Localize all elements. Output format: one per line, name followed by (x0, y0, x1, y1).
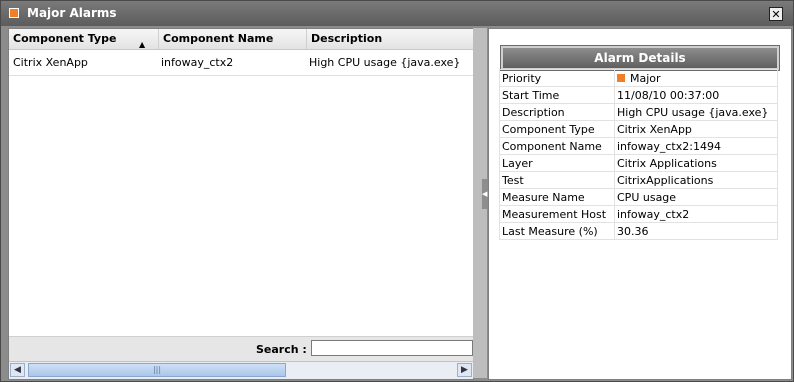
alarm-details-panel: Alarm Details Priority Major Start Time … (488, 28, 792, 380)
window-title: Major Alarms (27, 6, 117, 20)
search-bar: Search : (9, 336, 473, 361)
field-label: Component Type (499, 120, 615, 138)
column-header-description[interactable]: Description (307, 29, 473, 49)
grip-icon: ||| (152, 365, 162, 374)
field-value: infoway_ctx2:1494 (614, 137, 778, 155)
field-value: CPU usage (614, 188, 778, 206)
chevron-left-icon: ◀ (14, 365, 21, 375)
scroll-left-button[interactable]: ◀ (10, 363, 25, 377)
field-label: Measure Name (499, 188, 615, 206)
details-row-measure-name: Measure Name CPU usage (499, 188, 778, 206)
details-row-start-time: Start Time 11/08/10 00:37:00 (499, 86, 778, 104)
horizontal-scrollbar[interactable]: ◀ ||| ▶ (9, 361, 473, 379)
collapse-left-icon: ◀ (482, 190, 488, 198)
field-label: Priority (499, 69, 615, 87)
details-row-component-type: Component Type Citrix XenApp (499, 120, 778, 138)
major-alarms-window: Major Alarms ✕ Component Type ▲ Componen… (0, 0, 794, 382)
field-value: High CPU usage {java.exe} (614, 103, 778, 121)
search-input[interactable] (311, 340, 473, 356)
close-icon: ✕ (771, 8, 781, 21)
field-value: Major (630, 71, 661, 85)
field-value: Citrix XenApp (614, 120, 778, 138)
column-header-label: Component Name (163, 32, 274, 45)
search-label: Search : (256, 343, 307, 356)
details-row-priority: Priority Major (499, 69, 778, 87)
grid-header: Component Type ▲ Component Name Descript… (9, 29, 473, 50)
field-label: Description (499, 103, 615, 121)
details-row-component-name: Component Name infoway_ctx2:1494 (499, 137, 778, 155)
column-header-component-name[interactable]: Component Name (159, 29, 307, 49)
alarm-list-panel: Component Type ▲ Component Name Descript… (8, 28, 474, 380)
field-label: Measurement Host (499, 205, 615, 223)
field-label: Component Name (499, 137, 615, 155)
details-row-test: Test CitrixApplications (499, 171, 778, 189)
close-button[interactable]: ✕ (769, 7, 783, 21)
field-value: 30.36 (614, 222, 778, 240)
field-value: CitrixApplications (614, 171, 778, 189)
details-row-last-measure: Last Measure (%) 30.36 (499, 222, 778, 240)
field-label: Layer (499, 154, 615, 172)
details-row-measurement-host: Measurement Host infoway_ctx2 (499, 205, 778, 223)
scroll-right-button[interactable]: ▶ (457, 363, 472, 377)
chevron-right-icon: ▶ (461, 365, 468, 375)
field-value: Citrix Applications (614, 154, 778, 172)
column-header-label: Description (311, 32, 383, 45)
details-row-layer: Layer Citrix Applications (499, 154, 778, 172)
details-row-description: Description High CPU usage {java.exe} (499, 103, 778, 121)
cell-component-type: Citrix XenApp (13, 56, 88, 69)
scrollbar-thumb[interactable]: ||| (28, 363, 286, 377)
field-value: infoway_ctx2 (614, 205, 778, 223)
title-bar[interactable]: Major Alarms ✕ (1, 1, 793, 26)
table-row[interactable]: Citrix XenApp infoway_ctx2 High CPU usag… (9, 50, 473, 76)
details-table: Priority Major Start Time 11/08/10 00:37… (499, 69, 778, 240)
cell-component-name: infoway_ctx2 (161, 56, 234, 69)
details-title: Alarm Details (500, 45, 780, 71)
column-header-label: Component Type (13, 32, 117, 45)
alarm-priority-icon (9, 8, 19, 18)
field-label: Start Time (499, 86, 615, 104)
field-value: 11/08/10 00:37:00 (614, 86, 778, 104)
collapse-handle[interactable]: ◀ (482, 179, 487, 209)
major-priority-icon (617, 73, 625, 82)
column-header-component-type[interactable]: Component Type ▲ (9, 29, 159, 49)
field-value-cell: Major (614, 69, 778, 87)
field-label: Last Measure (%) (499, 222, 615, 240)
field-label: Test (499, 171, 615, 189)
cell-description: High CPU usage {java.exe} (309, 56, 461, 69)
